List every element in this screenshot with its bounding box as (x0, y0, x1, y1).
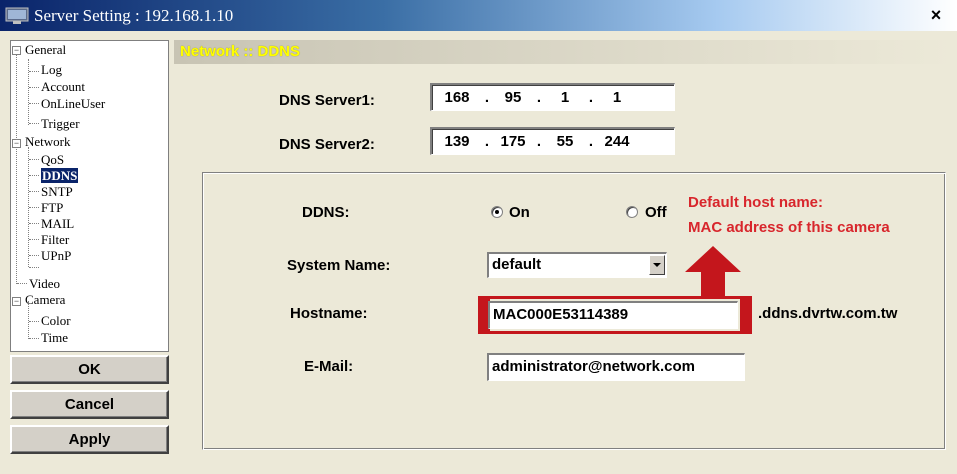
ip-octet[interactable]: 95 (492, 89, 534, 106)
dns-server1-input[interactable]: 168 . 95 . 1 . 1 (430, 83, 675, 111)
hostname-label: Hostname: (290, 305, 368, 322)
collapse-icon[interactable]: − (12, 139, 21, 148)
tree-item-account[interactable]: Account (41, 80, 85, 94)
tree-connector (29, 159, 39, 160)
ddns-on-radio[interactable] (491, 206, 503, 218)
collapse-icon[interactable]: − (12, 46, 21, 55)
ip-octet[interactable]: 1 (544, 89, 586, 106)
ip-octet[interactable]: 55 (544, 133, 586, 150)
tree-item-filter[interactable]: Filter (41, 233, 69, 247)
hostname-suffix: .ddns.dvrtw.com.tw (758, 305, 898, 322)
title-bar: Server Setting : 192.168.1.10 × (0, 0, 957, 31)
ip-octet[interactable]: 1 (596, 89, 638, 106)
dns-server2-label: DNS Server2: (279, 136, 375, 153)
tree-item-log[interactable]: Log (41, 63, 62, 77)
ip-separator: . (536, 133, 542, 150)
apply-button[interactable]: Apply (10, 425, 169, 454)
tree-connector (29, 338, 39, 339)
tree-connector (29, 175, 39, 176)
settings-tree[interactable]: − General Log Account OnLineUser Trigger… (10, 40, 169, 352)
highlight-bar-right (740, 296, 752, 334)
email-input[interactable]: administrator@network.com (487, 353, 745, 381)
ip-separator: . (588, 133, 594, 150)
monitor-icon (4, 6, 30, 26)
ip-octet[interactable]: 175 (492, 133, 534, 150)
ip-octet[interactable]: 168 (432, 89, 482, 106)
tree-item-trigger[interactable]: Trigger (41, 117, 80, 131)
up-arrow-icon (685, 246, 741, 296)
tree-item-upnp[interactable]: UPnP (41, 249, 71, 263)
tree-item-time[interactable]: Time (41, 331, 68, 345)
close-button[interactable]: × (925, 4, 947, 26)
tree-connector (29, 71, 39, 72)
tree-connector (16, 51, 17, 284)
ip-separator: . (484, 133, 490, 150)
ip-octet[interactable]: 244 (596, 133, 638, 150)
system-name-select[interactable]: default (487, 252, 667, 278)
tree-item-color[interactable]: Color (41, 314, 71, 328)
tree-connector (29, 267, 39, 268)
cancel-button[interactable]: Cancel (10, 390, 169, 419)
annotation-line2: MAC address of this camera (688, 219, 890, 236)
radio-selected-dot (495, 210, 499, 214)
window-title: Server Setting : 192.168.1.10 (34, 5, 234, 25)
ddns-on-label[interactable]: On (509, 204, 530, 221)
tree-connector (29, 255, 39, 256)
tree-item-sntp[interactable]: SNTP (41, 185, 73, 199)
tree-item-network[interactable]: Network (25, 135, 71, 149)
system-name-label: System Name: (287, 257, 391, 274)
tree-item-qos[interactable]: QoS (41, 153, 64, 167)
tree-connector (29, 207, 39, 208)
tree-item-camera[interactable]: Camera (25, 293, 65, 307)
tree-connector (29, 123, 39, 124)
tree-item-ddns[interactable]: DDNS (41, 168, 79, 183)
section-header: Network :: DDNS (174, 40, 952, 64)
dns-server1-label: DNS Server1: (279, 92, 375, 109)
tree-item-onlineuser[interactable]: OnLineUser (41, 97, 105, 111)
ip-separator: . (484, 89, 490, 106)
tree-connector (29, 87, 39, 88)
tree-connector (29, 239, 39, 240)
ip-separator: . (536, 89, 542, 106)
annotation-line1: Default host name: (688, 194, 824, 211)
highlight-bar-bottom (478, 331, 752, 334)
highlight-bar-top (478, 296, 752, 299)
ddns-off-label[interactable]: Off (645, 204, 667, 221)
ddns-off-radio[interactable] (626, 206, 638, 218)
ddns-label: DDNS: (302, 204, 350, 221)
tree-connector (29, 223, 39, 224)
ip-octet[interactable]: 139 (432, 133, 482, 150)
hostname-input[interactable]: MAC000E53114389 (488, 301, 738, 329)
collapse-icon[interactable]: − (12, 297, 21, 306)
tree-connector (28, 59, 29, 125)
ok-button[interactable]: OK (10, 355, 169, 384)
ip-separator: . (588, 89, 594, 106)
tree-connector (29, 103, 39, 104)
tree-item-ftp[interactable]: FTP (41, 201, 63, 215)
chevron-down-icon[interactable] (649, 255, 665, 275)
tree-item-general[interactable]: General (25, 43, 66, 57)
email-label: E-Mail: (304, 358, 354, 375)
tree-connector (29, 191, 39, 192)
tree-connector (29, 321, 39, 322)
tree-item-video[interactable]: Video (29, 277, 60, 291)
tree-item-mail[interactable]: MAIL (41, 217, 74, 231)
dns-server2-input[interactable]: 139 . 175 . 55 . 244 (430, 127, 675, 155)
system-name-value: default (492, 256, 542, 273)
tree-connector (17, 283, 27, 284)
